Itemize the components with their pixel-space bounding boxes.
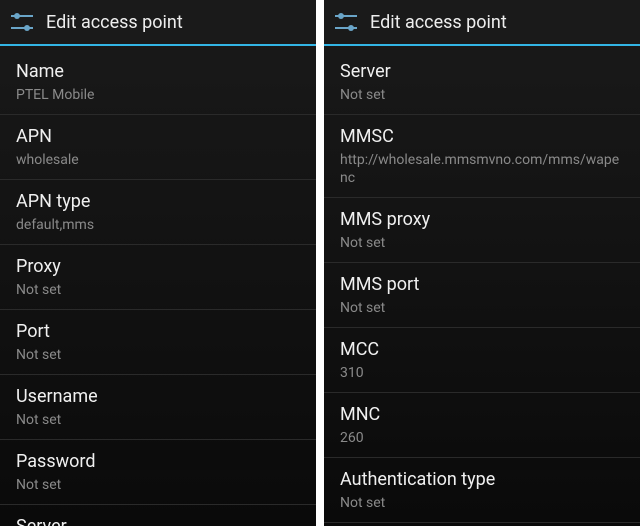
setting-label: Server — [16, 515, 300, 526]
setting-value: Not set — [16, 281, 300, 299]
setting-value: Not set — [16, 346, 300, 364]
setting-item-mms-proxy[interactable]: MMS proxy Not set — [324, 198, 640, 263]
setting-label: Proxy — [16, 255, 300, 279]
setting-label: Password — [16, 450, 300, 474]
setting-label: Authentication type — [340, 468, 624, 492]
setting-label: MNC — [340, 403, 624, 427]
setting-value: 310 — [340, 364, 624, 382]
phone-right: Edit access point Server Not set MMSC ht… — [324, 0, 640, 526]
setting-value: 260 — [340, 429, 624, 447]
setting-value: Not set — [16, 476, 300, 494]
setting-item-username[interactable]: Username Not set — [0, 375, 316, 440]
setting-item-port[interactable]: Port Not set — [0, 310, 316, 375]
setting-label: Username — [16, 385, 300, 409]
settings-sliders-icon — [8, 8, 36, 36]
setting-value: Not set — [340, 494, 624, 512]
setting-item-proxy[interactable]: Proxy Not set — [0, 245, 316, 310]
setting-value: Not set — [340, 86, 624, 104]
setting-item-server[interactable]: Server — [0, 505, 316, 526]
settings-list-right: Server Not set MMSC http://wholesale.mms… — [324, 46, 640, 526]
setting-value: Not set — [340, 234, 624, 252]
phone-left: Edit access point Name PTEL Mobile APN w… — [0, 0, 316, 526]
setting-value: PTEL Mobile — [16, 86, 300, 104]
page-title: Edit access point — [370, 12, 507, 33]
setting-label: MCC — [340, 338, 624, 362]
page-title: Edit access point — [46, 12, 183, 33]
setting-value: Not set — [340, 299, 624, 317]
settings-list-left: Name PTEL Mobile APN wholesale APN type … — [0, 46, 316, 526]
setting-label: Name — [16, 60, 300, 84]
action-bar: Edit access point — [324, 0, 640, 46]
setting-value: wholesale — [16, 151, 300, 169]
setting-label: MMS port — [340, 273, 624, 297]
setting-item-apn-type[interactable]: APN type default,mms — [0, 180, 316, 245]
setting-item-mmsc[interactable]: MMSC http://wholesale.mmsmvno.com/mms/wa… — [324, 115, 640, 198]
setting-item-apn[interactable]: APN wholesale — [0, 115, 316, 180]
setting-item-mcc[interactable]: MCC 310 — [324, 328, 640, 393]
setting-item-name[interactable]: Name PTEL Mobile — [0, 50, 316, 115]
setting-label: Port — [16, 320, 300, 344]
setting-item-server[interactable]: Server Not set — [324, 50, 640, 115]
setting-value: Not set — [16, 411, 300, 429]
setting-item-auth-type[interactable]: Authentication type Not set — [324, 458, 640, 523]
setting-label: MMSC — [340, 125, 624, 149]
setting-item-password[interactable]: Password Not set — [0, 440, 316, 505]
setting-label: APN type — [16, 190, 300, 214]
setting-label: MMS proxy — [340, 208, 624, 232]
action-bar: Edit access point — [0, 0, 316, 46]
setting-value: http://wholesale.mmsmvno.com/mms/wapenc — [340, 151, 624, 187]
setting-label: APN — [16, 125, 300, 149]
setting-label: Server — [340, 60, 624, 84]
settings-sliders-icon — [332, 8, 360, 36]
setting-item-mms-port[interactable]: MMS port Not set — [324, 263, 640, 328]
setting-value: default,mms — [16, 216, 300, 234]
setting-item-mnc[interactable]: MNC 260 — [324, 393, 640, 458]
